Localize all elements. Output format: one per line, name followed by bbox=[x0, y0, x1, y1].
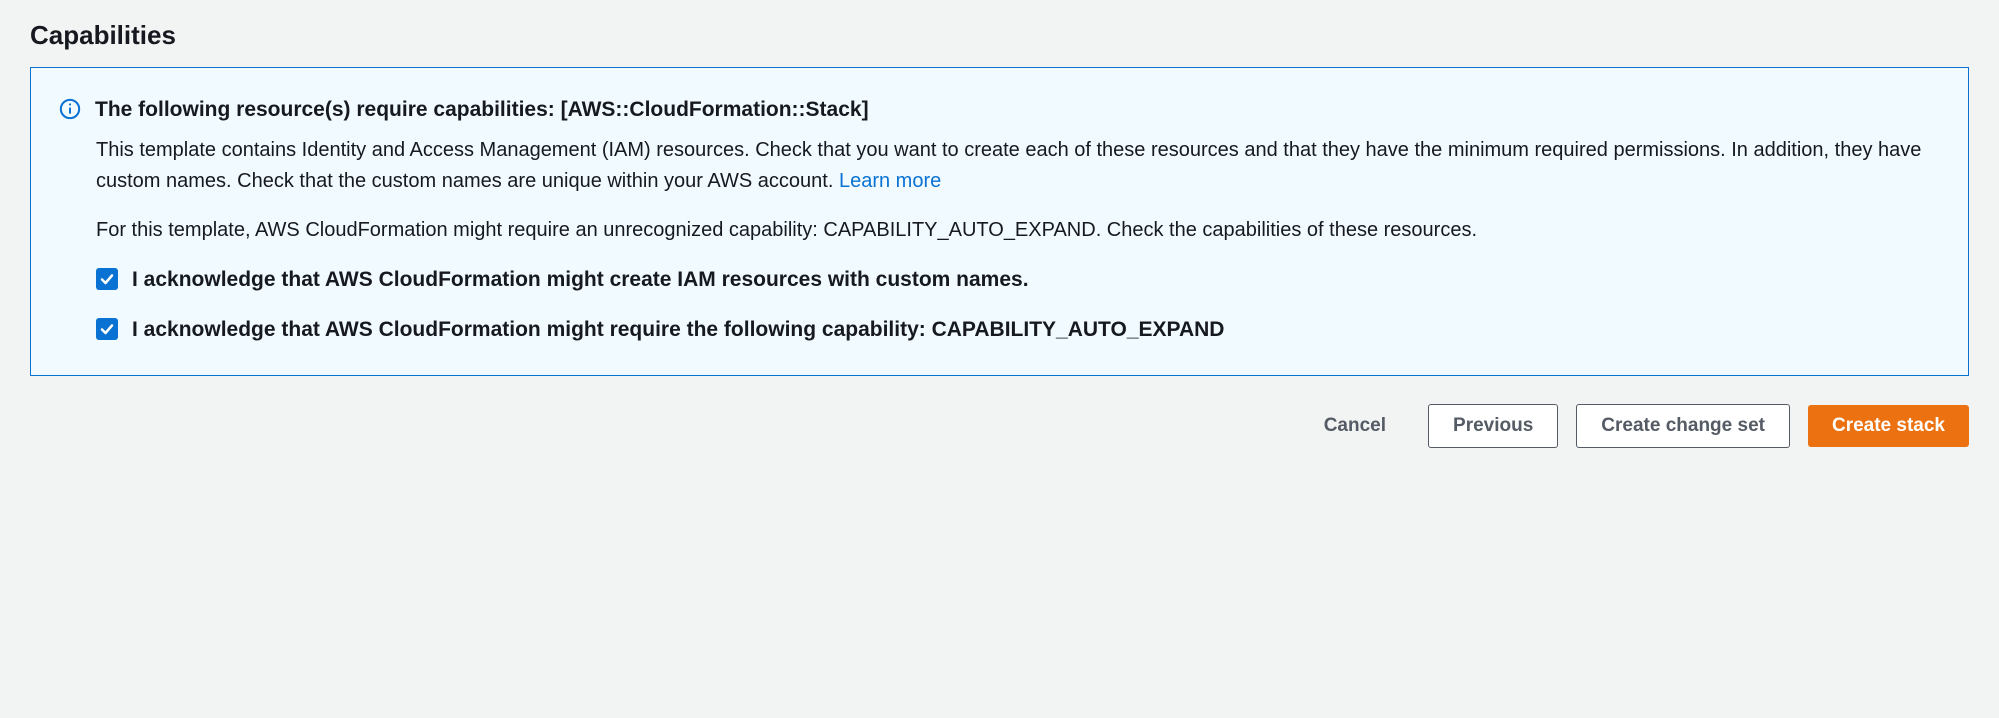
learn-more-link[interactable]: Learn more bbox=[839, 170, 941, 192]
acknowledge-auto-expand-row: I acknowledge that AWS CloudFormation mi… bbox=[96, 314, 1940, 346]
acknowledge-auto-expand-checkbox-wrap bbox=[96, 314, 118, 340]
section-title: Capabilities bbox=[30, 20, 1969, 51]
acknowledge-auto-expand-checkbox[interactable] bbox=[96, 318, 118, 340]
info-icon bbox=[59, 96, 81, 125]
cancel-button[interactable]: Cancel bbox=[1300, 405, 1410, 447]
alert-title: The following resource(s) require capabi… bbox=[95, 96, 869, 124]
capabilities-alert: The following resource(s) require capabi… bbox=[30, 67, 1969, 376]
acknowledge-iam-row: I acknowledge that AWS CloudFormation mi… bbox=[96, 264, 1940, 296]
alert-paragraph-1-text: This template contains Identity and Acce… bbox=[96, 139, 1921, 192]
acknowledge-iam-label[interactable]: I acknowledge that AWS CloudFormation mi… bbox=[132, 264, 1029, 296]
alert-header: The following resource(s) require capabi… bbox=[59, 96, 1940, 125]
wizard-buttons: Cancel Previous Create change set Create… bbox=[30, 404, 1969, 448]
acknowledge-iam-checkbox-wrap bbox=[96, 264, 118, 290]
alert-content: This template contains Identity and Acce… bbox=[59, 135, 1940, 345]
acknowledge-iam-checkbox[interactable] bbox=[96, 268, 118, 290]
previous-button[interactable]: Previous bbox=[1428, 404, 1558, 448]
alert-paragraph-1: This template contains Identity and Acce… bbox=[96, 135, 1940, 197]
create-stack-button[interactable]: Create stack bbox=[1808, 405, 1969, 447]
acknowledge-auto-expand-label[interactable]: I acknowledge that AWS CloudFormation mi… bbox=[132, 314, 1224, 346]
alert-paragraph-2: For this template, AWS CloudFormation mi… bbox=[96, 215, 1940, 246]
create-change-set-button[interactable]: Create change set bbox=[1576, 404, 1790, 448]
